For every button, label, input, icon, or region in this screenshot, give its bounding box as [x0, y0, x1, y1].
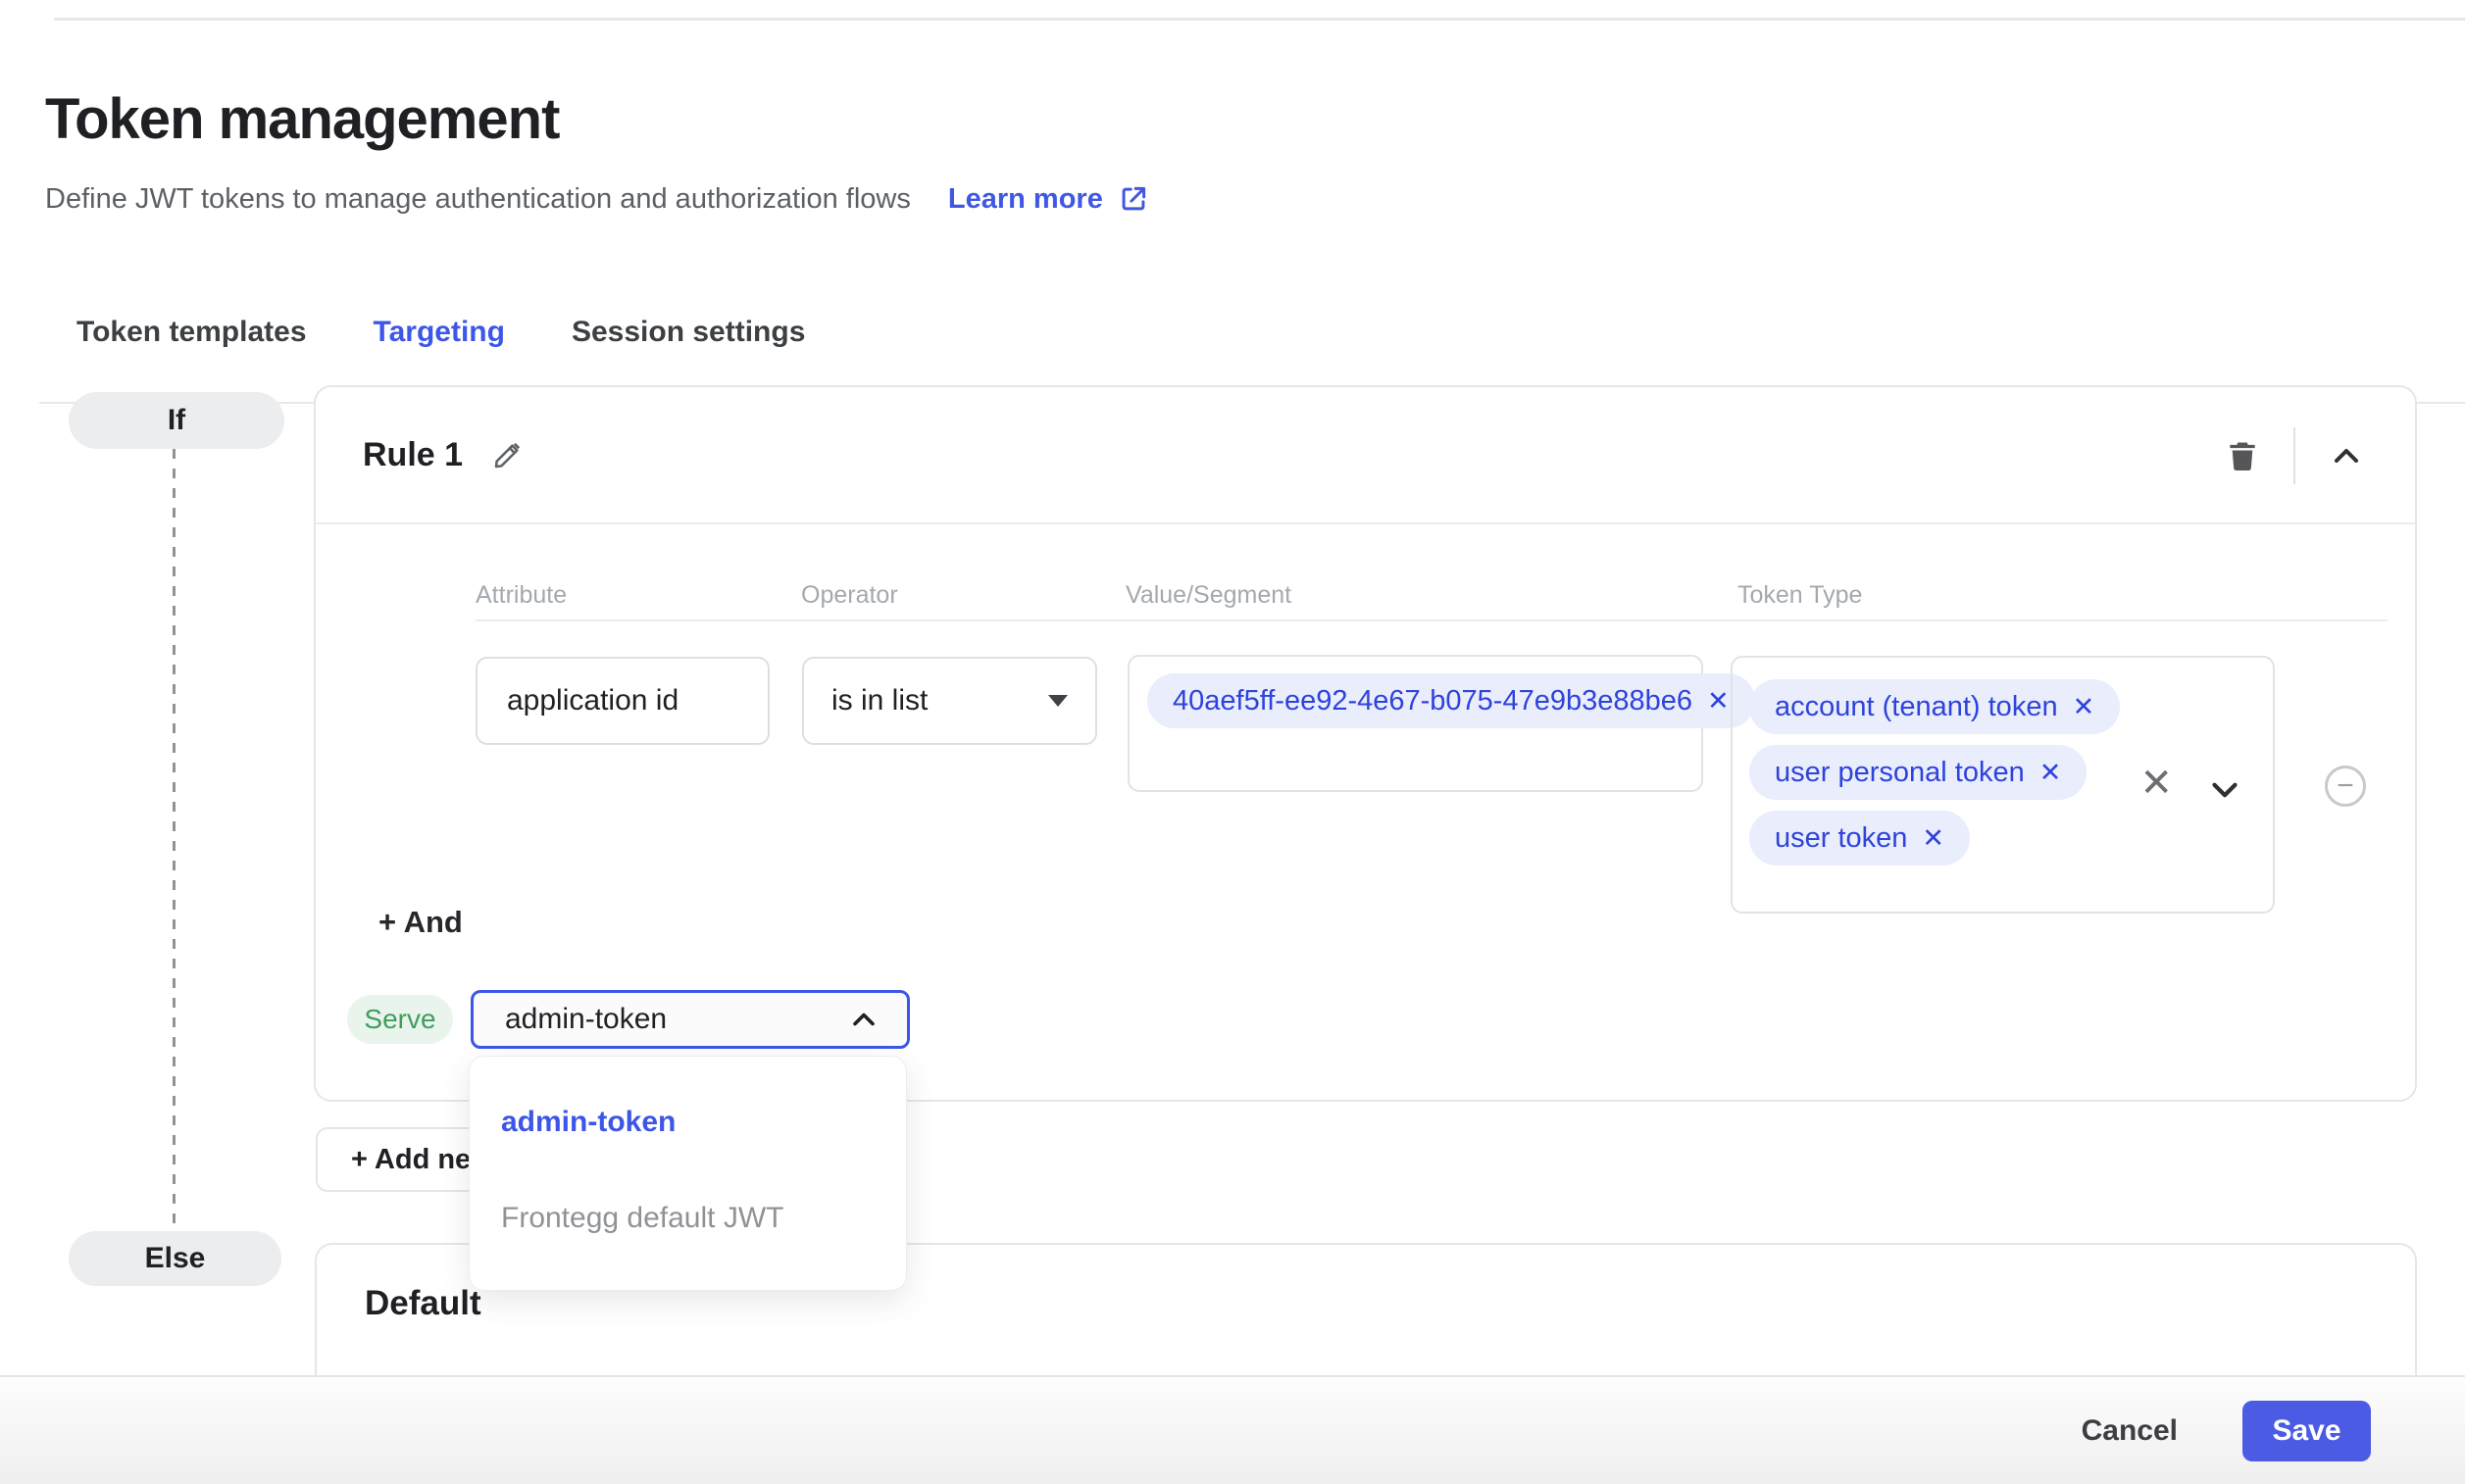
top-divider: [54, 18, 2465, 21]
token-chip-label: account (tenant) token: [1775, 691, 2058, 723]
tab-session-settings-label: Session settings: [572, 316, 805, 348]
minus-icon: −: [2337, 769, 2354, 803]
tab-token-templates[interactable]: Token templates: [43, 304, 340, 402]
value-chip: 40aef5ff-ee92-4e67-b075-47e9b3e88be6 ✕: [1147, 673, 1755, 728]
serve-badge: Serve: [347, 995, 453, 1044]
token-chip: user personal token ✕: [1749, 745, 2087, 800]
rule-header-actions: [2219, 387, 2370, 524]
column-headers-divider: [476, 619, 2388, 621]
header-actions-divider: [2293, 427, 2295, 484]
column-header-operator: Operator: [801, 581, 898, 610]
serve-token-select-value: admin-token: [505, 1003, 667, 1036]
delete-rule-button[interactable]: [2219, 432, 2266, 479]
page-title: Token management: [45, 86, 559, 152]
cancel-button[interactable]: Cancel: [2082, 1414, 2178, 1448]
if-pill: If: [69, 392, 284, 449]
rule-title: Rule 1: [363, 436, 463, 474]
else-pill: Else: [69, 1231, 281, 1286]
tab-targeting-label: Targeting: [374, 316, 505, 348]
collapse-rule-button[interactable]: [2323, 432, 2370, 479]
dropdown-option-frontegg-default-jwt[interactable]: Frontegg default JWT: [501, 1202, 783, 1235]
serve-token-dropdown-menu: admin-token Frontegg default JWT: [469, 1056, 907, 1291]
token-chip-remove-icon[interactable]: ✕: [2073, 694, 2095, 720]
default-card-title: Default: [365, 1284, 481, 1323]
external-link-icon: [1117, 182, 1150, 216]
token-chip-remove-icon[interactable]: ✕: [2039, 760, 2062, 786]
column-header-value-segment: Value/Segment: [1126, 581, 1291, 610]
attribute-input-value: application id: [507, 684, 679, 717]
trash-icon: [2224, 437, 2261, 474]
learn-more-label: Learn more: [948, 183, 1103, 216]
value-chip-label: 40aef5ff-ee92-4e67-b075-47e9b3e88be6: [1173, 685, 1692, 717]
token-chip-remove-icon[interactable]: ✕: [1922, 825, 1944, 852]
column-header-attribute: Attribute: [476, 581, 567, 610]
save-button[interactable]: Save: [2242, 1401, 2371, 1461]
caret-down-icon: [1048, 695, 1068, 707]
flow-connector-dashed-line: [173, 449, 176, 1231]
token-type-chevron-down-icon[interactable]: [2204, 769, 2245, 811]
value-segment-box[interactable]: 40aef5ff-ee92-4e67-b075-47e9b3e88be6 ✕: [1128, 655, 1703, 792]
token-chip: user token ✕: [1749, 811, 1970, 866]
dropdown-option-admin-token[interactable]: admin-token: [501, 1106, 676, 1139]
token-management-page: Token management Define JWT tokens to ma…: [0, 0, 2465, 1484]
add-and-condition-button[interactable]: + And: [378, 905, 463, 940]
token-chip-label: user personal token: [1775, 757, 2025, 789]
page-subtitle: Define JWT tokens to manage authenticati…: [45, 183, 911, 216]
tab-token-templates-label: Token templates: [76, 316, 307, 348]
serve-row: Serve admin-token: [347, 990, 910, 1049]
rule-card: Rule 1: [314, 385, 2417, 1102]
learn-more-link[interactable]: Learn more: [948, 182, 1150, 216]
edit-rule-name-button[interactable]: [488, 435, 528, 474]
rule-header: Rule 1: [316, 387, 2415, 524]
chevron-up-icon: [846, 1002, 881, 1037]
token-chip: account (tenant) token ✕: [1749, 679, 2120, 734]
token-type-multiselect[interactable]: account (tenant) token ✕ user personal t…: [1731, 656, 2275, 914]
serve-token-select[interactable]: admin-token: [471, 990, 910, 1049]
footer-action-bar: Cancel Save: [0, 1375, 2465, 1484]
token-chip-label: user token: [1775, 822, 1907, 855]
page-subtitle-row: Define JWT tokens to manage authenticati…: [45, 182, 1150, 216]
attribute-input[interactable]: application id: [476, 657, 770, 745]
column-header-token-type: Token Type: [1737, 581, 1862, 610]
operator-select-value: is in list: [831, 684, 928, 717]
value-chip-remove-icon[interactable]: ✕: [1707, 688, 1730, 715]
operator-select[interactable]: is in list: [802, 657, 1097, 745]
token-type-clear-all-icon[interactable]: ✕: [2139, 764, 2173, 803]
pencil-icon: [490, 437, 526, 472]
chevron-up-icon: [2327, 436, 2366, 475]
remove-condition-button[interactable]: −: [2325, 766, 2366, 807]
